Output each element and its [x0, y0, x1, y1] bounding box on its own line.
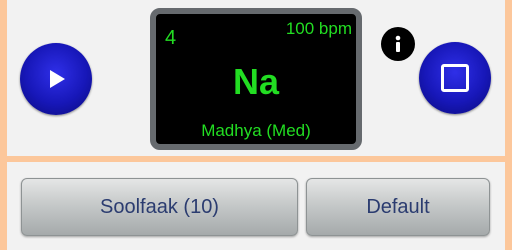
play-button[interactable] [20, 43, 92, 115]
stop-button[interactable] [419, 42, 491, 114]
current-syllable: Na [232, 61, 280, 102]
laya-label: Madhya (Med) [201, 121, 311, 140]
tempo-readout: 100 bpm [285, 19, 352, 38]
default-button[interactable]: Default [306, 178, 490, 236]
info-button[interactable] [381, 27, 415, 61]
beat-count: 4 [165, 27, 177, 49]
play-icon [50, 70, 65, 88]
theka-select-button[interactable]: Soolfaak (10) [21, 178, 298, 236]
info-icon [395, 35, 401, 52]
metronome-display: 4 100 bpm Na Madhya (Med) [150, 8, 362, 150]
stop-icon [441, 64, 469, 92]
